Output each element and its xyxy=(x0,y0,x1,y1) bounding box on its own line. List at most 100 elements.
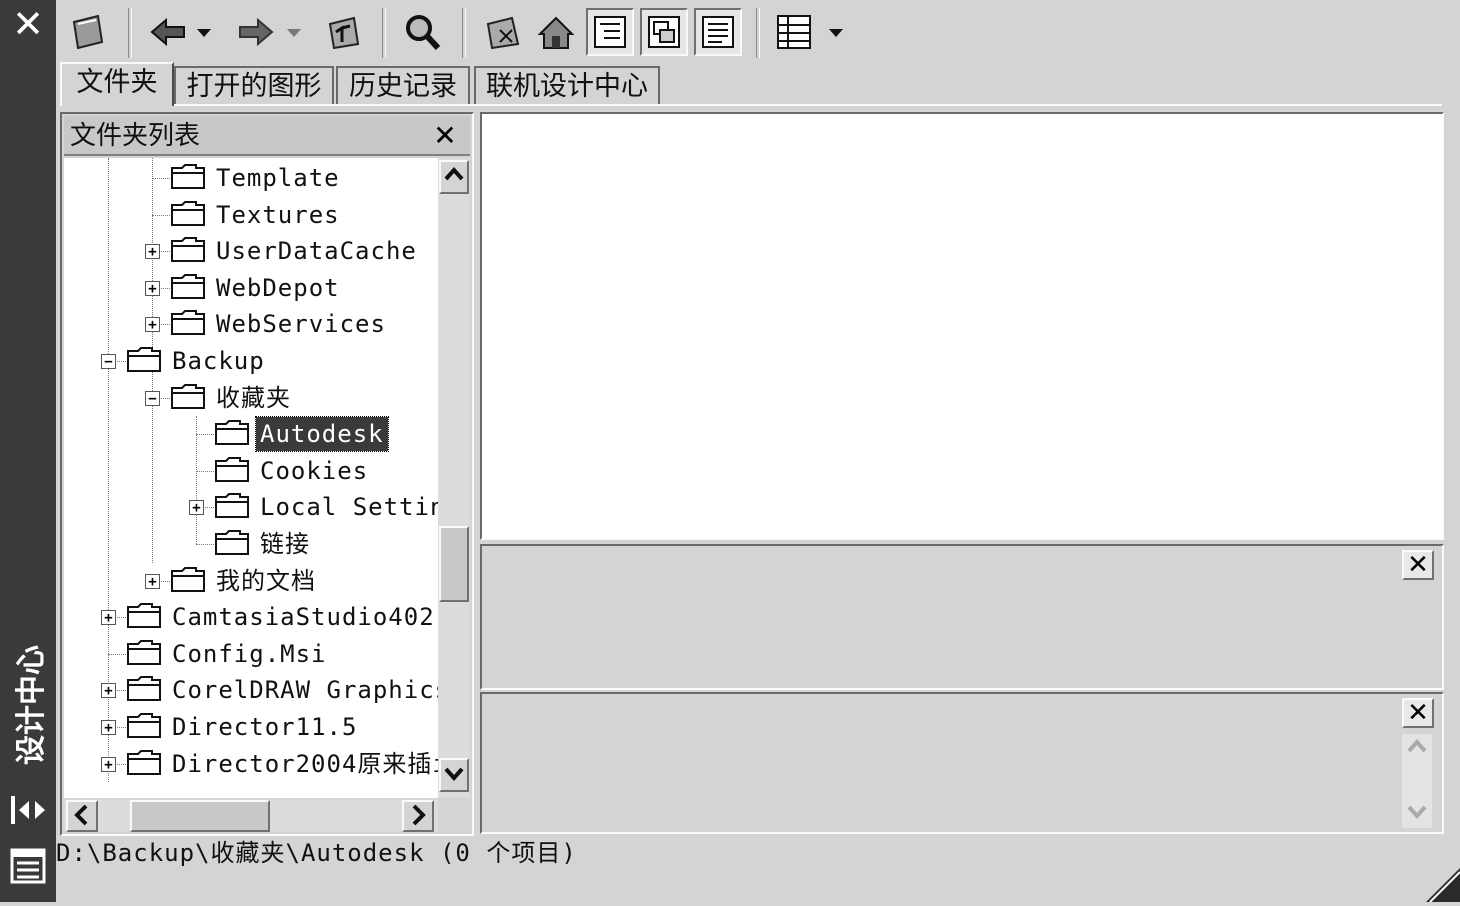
auto-hide-icon[interactable] xyxy=(8,792,48,828)
properties-icon[interactable] xyxy=(8,846,48,886)
tree-node-label: Config.Msi xyxy=(172,639,327,668)
folder-icon xyxy=(170,162,212,194)
tree-node-label: CamtasiaStudio402 xyxy=(172,603,435,632)
tree-node[interactable]: Template xyxy=(170,160,344,196)
tab-open-drawings[interactable]: 打开的图形 xyxy=(174,66,334,104)
folder-list-panel: 文件夹列表 ✕ Template Textures + UserDataCache + W… xyxy=(60,112,474,836)
folder-icon xyxy=(126,345,168,377)
folder-tree[interactable]: Template Textures + UserDataCache + WebDepot +… xyxy=(64,158,438,798)
collapse-icon[interactable]: − xyxy=(101,354,116,369)
load-icon[interactable] xyxy=(64,8,112,56)
scroll-right-icon[interactable] xyxy=(402,800,434,832)
scroll-up-icon[interactable] xyxy=(439,160,469,194)
tree-connector xyxy=(196,544,214,545)
folder-icon xyxy=(126,601,168,633)
folder-icon xyxy=(214,491,256,523)
close-icon[interactable]: ✕ xyxy=(1402,698,1434,728)
up-icon[interactable] xyxy=(320,8,368,56)
close-icon[interactable]: ✕ xyxy=(8,4,48,44)
close-icon[interactable]: ✕ xyxy=(430,120,460,152)
description-scrollbar[interactable] xyxy=(1402,734,1432,828)
folder-icon xyxy=(214,455,256,487)
expand-icon[interactable]: + xyxy=(145,244,160,260)
tree-connector xyxy=(196,434,214,436)
expand-icon[interactable]: + xyxy=(145,280,160,296)
preview-toggle-icon[interactable] xyxy=(640,8,688,56)
tree-connector xyxy=(152,214,170,216)
folder-icon xyxy=(126,674,168,706)
tree-node[interactable]: Director11.5 xyxy=(126,709,361,745)
back-icon[interactable] xyxy=(144,8,192,56)
tree-node[interactable]: CamtasiaStudio402 xyxy=(126,599,438,635)
tree-node[interactable]: WebServices xyxy=(170,306,390,342)
scroll-thumb[interactable] xyxy=(439,526,469,602)
tree-node[interactable]: 收藏夹 xyxy=(170,380,295,416)
tree-node-label: WebDepot xyxy=(216,273,340,302)
favorites-icon[interactable] xyxy=(480,8,528,56)
design-center-window: ✕ 设计中心 文件夹 打开的图形 历史记录 联机设计中心 文件夹列表 ✕ Tem… xyxy=(0,0,1460,903)
tree-node[interactable]: Local Settin xyxy=(214,489,438,525)
expand-icon[interactable]: + xyxy=(101,756,116,772)
expand-icon[interactable]: + xyxy=(145,573,160,589)
folder-icon xyxy=(214,418,256,450)
toolbar xyxy=(56,0,1460,64)
content-area[interactable] xyxy=(480,112,1444,540)
expand-icon[interactable]: + xyxy=(101,610,116,626)
preview-pane: ✕ xyxy=(480,544,1444,690)
tree-connector xyxy=(152,178,170,179)
tree-node[interactable]: Autodesk xyxy=(214,416,389,453)
expand-icon[interactable]: + xyxy=(189,500,204,516)
tree-connector xyxy=(196,470,214,472)
expand-icon[interactable]: + xyxy=(101,720,116,735)
forward-dropdown-icon[interactable] xyxy=(282,8,306,56)
close-icon[interactable]: ✕ xyxy=(1402,550,1434,580)
scroll-down-icon[interactable] xyxy=(1402,798,1432,828)
views-dropdown-icon[interactable] xyxy=(822,8,850,56)
tree-node[interactable]: Cookies xyxy=(214,453,372,489)
vertical-title-bar[interactable]: ✕ 设计中心 xyxy=(0,0,56,902)
description-toggle-icon[interactable] xyxy=(694,8,742,56)
tree-node[interactable]: 链接 xyxy=(214,526,314,562)
folder-icon xyxy=(170,199,212,231)
tree-node[interactable]: WebDepot xyxy=(170,270,344,306)
tree-guide-line xyxy=(196,416,197,545)
tab-history[interactable]: 历史记录 xyxy=(336,66,470,104)
tree-node-label: Backup xyxy=(172,347,265,375)
search-icon[interactable] xyxy=(398,8,446,56)
window-title: 设计中心 xyxy=(14,645,49,765)
tree-node[interactable]: Config.Msi xyxy=(126,636,331,672)
tree-node-label: Autodesk xyxy=(255,416,389,453)
collapse-icon[interactable]: − xyxy=(145,390,160,406)
folder-list-title: 文件夹列表 xyxy=(70,121,201,151)
back-dropdown-icon[interactable] xyxy=(192,8,216,56)
scroll-down-icon[interactable] xyxy=(439,758,469,792)
tree-node[interactable]: CorelDRAW Graphics xyxy=(126,672,438,708)
expand-icon[interactable]: + xyxy=(145,317,160,333)
scroll-left-icon[interactable] xyxy=(66,800,98,832)
tree-node[interactable]: 我的文档 xyxy=(170,563,320,599)
tree-node[interactable]: Director2004原来插i xyxy=(126,746,438,782)
folder-icon xyxy=(170,272,212,304)
folder-icon xyxy=(170,235,212,267)
home-icon[interactable] xyxy=(532,8,580,56)
tree-node[interactable]: Textures xyxy=(170,197,344,233)
scroll-up-icon[interactable] xyxy=(1402,734,1432,764)
forward-icon[interactable] xyxy=(232,8,280,56)
tree-node[interactable]: Backup xyxy=(126,343,269,379)
resize-grip[interactable] xyxy=(1420,862,1460,903)
views-icon[interactable] xyxy=(770,8,818,56)
vertical-scrollbar[interactable] xyxy=(438,158,470,798)
tree-toggle-icon[interactable] xyxy=(586,8,634,56)
tree-node-label: CorelDRAW Graphics xyxy=(172,676,438,705)
tree-node[interactable]: UserDataCache xyxy=(170,233,421,269)
tree-node-label: 我的文档 xyxy=(216,566,316,595)
folder-icon xyxy=(170,565,212,597)
tab-dc-online[interactable]: 联机设计中心 xyxy=(474,66,660,104)
tree-node-label: Textures xyxy=(216,200,340,229)
horizontal-scrollbar[interactable] xyxy=(64,800,438,832)
hscroll-thumb[interactable] xyxy=(130,800,270,832)
tree-node-label: Director2004原来插i xyxy=(172,749,438,778)
tab-folders[interactable]: 文件夹 xyxy=(60,62,174,106)
expand-icon[interactable]: + xyxy=(101,683,116,699)
tree-node-label: 收藏夹 xyxy=(216,383,291,412)
